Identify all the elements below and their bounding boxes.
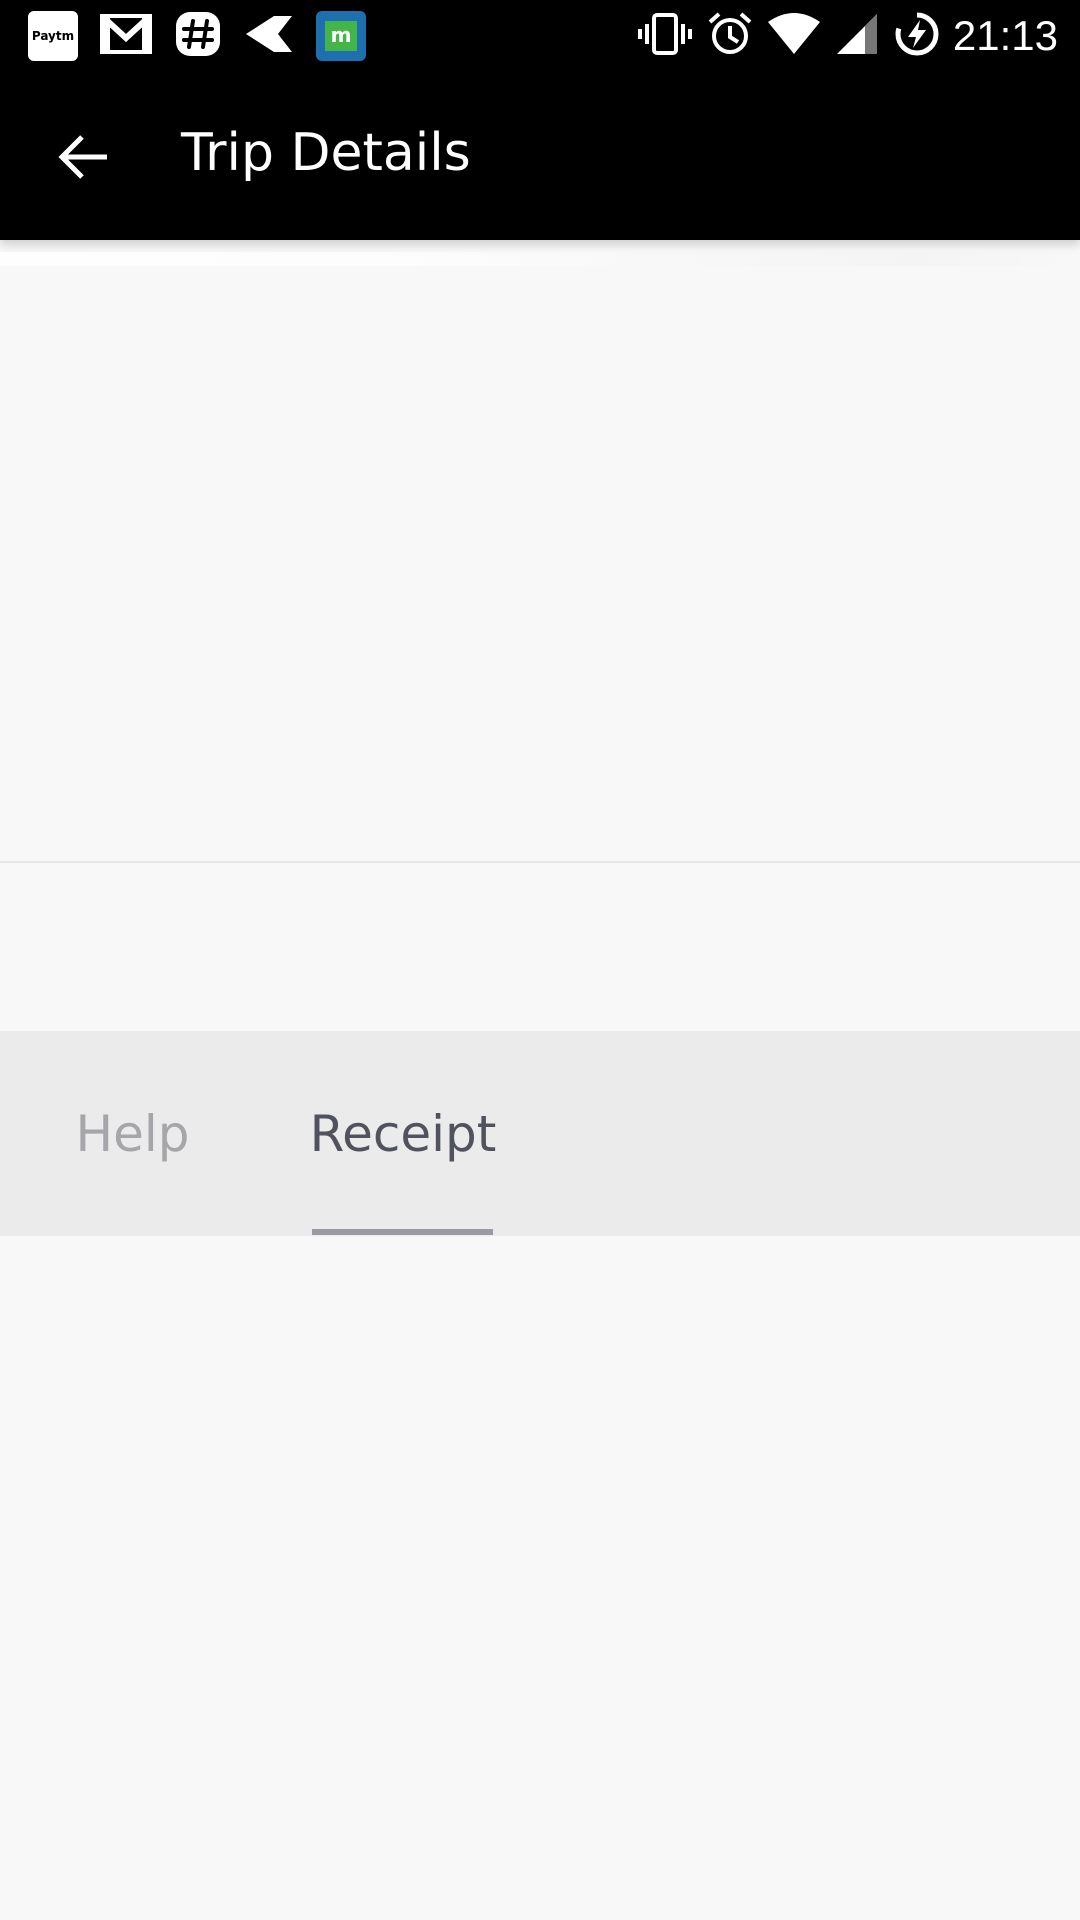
top-app-bar: Trip Details (0, 72, 1080, 240)
alarm-icon (707, 11, 753, 61)
map-loading-strip (0, 252, 1080, 266)
gmail-icon (99, 12, 153, 60)
notification-icons: Paytm m (28, 11, 388, 61)
tab-receipt[interactable]: Receipt (310, 1031, 497, 1236)
battery-charging-icon (893, 10, 941, 62)
section-divider (0, 861, 1080, 863)
wifi-icon (767, 12, 821, 60)
page-title: Trip Details (181, 123, 471, 183)
slack-icon (174, 10, 222, 62)
paytm-icon: Paytm (28, 11, 78, 61)
tab-selected-indicator (312, 1229, 493, 1235)
vibrate-icon (637, 12, 693, 60)
trip-tabs: Help Receipt (0, 1031, 1080, 1236)
system-icons: 21:13 (623, 0, 1058, 72)
arrow-app-icon (244, 14, 294, 58)
status-clock: 21:13 (952, 12, 1058, 59)
tab-content-area (0, 1236, 1080, 1920)
trip-map-area (0, 240, 1080, 860)
cell-signal-icon (835, 12, 879, 60)
tab-help[interactable]: Help (70, 1031, 195, 1236)
matrix-app-icon: m (316, 11, 366, 61)
status-bar: Paytm m 21:13 (0, 0, 1080, 72)
matrix-app-letter: m (325, 21, 357, 51)
arrow-back-icon (58, 135, 107, 179)
back-button[interactable] (38, 112, 128, 202)
